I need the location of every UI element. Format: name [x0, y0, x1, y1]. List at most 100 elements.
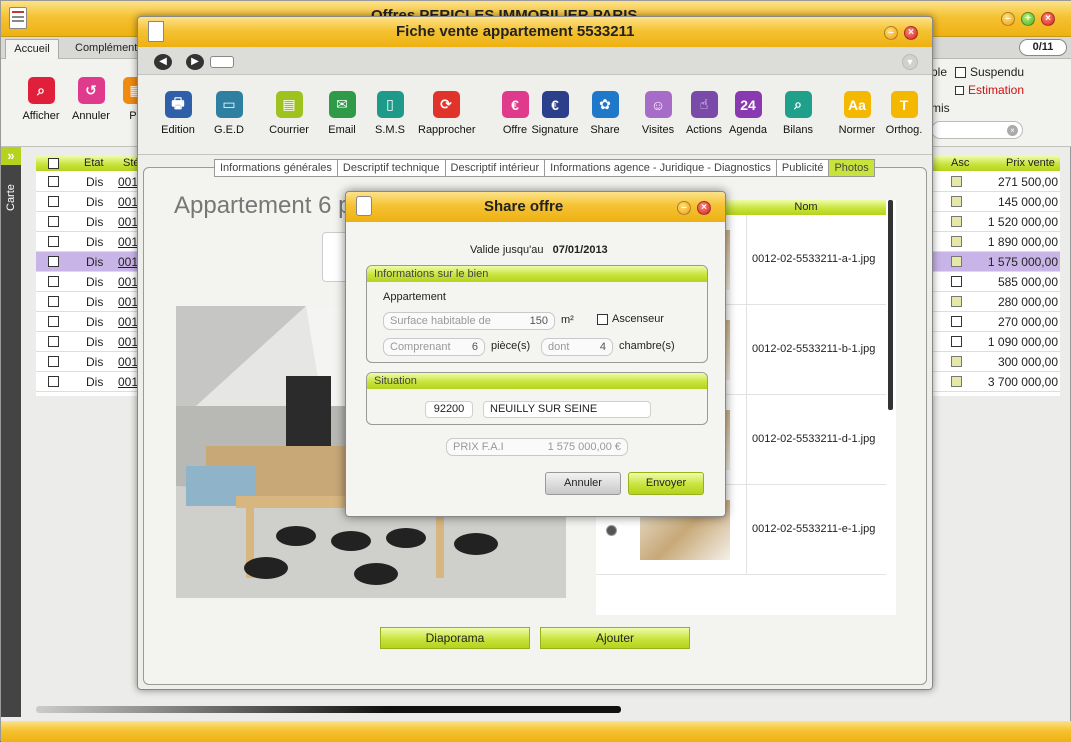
share-close-button[interactable]: ×	[697, 201, 711, 215]
row-asc-checkbox[interactable]	[951, 356, 962, 367]
fiche-toolbar: 🖶 Edition ▭ G.E.D ▤ Courrier ✉ Email ▯ S.M.S ⟳ Rapp…	[138, 75, 932, 155]
share-title-bar: Share offre – ×	[346, 192, 725, 222]
tab-accueil[interactable]: Accueil	[5, 39, 59, 59]
photo-list-scrollbar[interactable]	[888, 200, 893, 410]
list-icon[interactable]	[210, 56, 234, 68]
pieces-field[interactable]: Comprenant 6	[383, 338, 485, 356]
toolbar-signature-button[interactable]: € Signature	[531, 91, 579, 136]
fiche-dropdown-icon[interactable]: ▼	[902, 54, 918, 70]
row-checkbox[interactable]	[48, 196, 59, 207]
tab-descriptif-int-rieur[interactable]: Descriptif intérieur	[444, 160, 545, 176]
tab-informations-g-n-rales[interactable]: Informations générales	[215, 160, 337, 176]
row-asc-checkbox[interactable]	[951, 176, 962, 187]
toolbar-bilans-button[interactable]: ⌕ Bilans	[780, 91, 816, 136]
envoyer-button[interactable]: Envoyer	[628, 472, 704, 495]
afficher-button[interactable]: ⌕ Afficher	[21, 77, 61, 122]
row-asc-checkbox[interactable]	[951, 216, 962, 227]
minimize-button[interactable]: –	[1001, 12, 1015, 26]
horizontal-scrollbar[interactable]	[36, 706, 621, 713]
row-asc-checkbox[interactable]	[951, 256, 962, 267]
tab-informations-agence-juridique-diagnostics[interactable]: Informations agence - Juridique - Diagno…	[544, 160, 776, 176]
toolbar-edition-button[interactable]: 🖶 Edition	[160, 91, 196, 136]
row-asc-checkbox[interactable]	[951, 276, 962, 287]
col-asc[interactable]: Asc	[951, 157, 969, 169]
fiche-minimize-button[interactable]: –	[884, 26, 898, 40]
toolbar-agenda-button[interactable]: 24 Agenda	[729, 91, 767, 136]
row-checkbox[interactable]	[48, 276, 59, 287]
fiche-close-button[interactable]: ×	[904, 26, 918, 40]
ajouter-button[interactable]: Ajouter	[540, 627, 690, 649]
surface-field[interactable]: Surface habitable de 150	[383, 312, 555, 330]
row-checkbox[interactable]	[48, 356, 59, 367]
toolbar-email-button[interactable]: ✉ Email	[324, 91, 360, 136]
row-price: 270 000,00	[997, 315, 1058, 329]
col-etat[interactable]: Etat	[84, 157, 104, 169]
tab-descriptif-technique[interactable]: Descriptif technique	[336, 160, 445, 176]
col-nom[interactable]: Nom	[794, 201, 817, 213]
hand-icon: ☝	[690, 91, 718, 118]
city-input[interactable]: NEUILLY SUR SEINE	[483, 401, 651, 418]
option-mis: mis	[931, 101, 950, 115]
row-checkbox[interactable]	[48, 316, 59, 327]
ascenseur-checkbox[interactable]	[597, 313, 608, 325]
photo-radio[interactable]	[606, 525, 617, 536]
row-asc-checkbox[interactable]	[951, 296, 962, 307]
toolbar-s-m-s-button[interactable]: ▯ S.M.S	[372, 91, 408, 136]
toolbar-rapprocher-button[interactable]: ⟳ Rapprocher	[418, 91, 475, 136]
diaporama-button[interactable]: Diaporama	[380, 627, 530, 649]
tab-publicit-[interactable]: Publicité	[775, 160, 829, 176]
chambres-field[interactable]: dont 4	[541, 338, 613, 356]
expand-icon[interactable]: »	[1, 147, 21, 165]
row-etat: Dis	[86, 315, 104, 329]
share-minimize-button[interactable]: –	[677, 201, 691, 215]
row-checkbox[interactable]	[48, 256, 59, 267]
toolbar-share-button[interactable]: ✿ Share	[587, 91, 623, 136]
fiche-title-bar: Fiche vente appartement 5533211 – ×	[138, 17, 932, 47]
close-button[interactable]: ×	[1041, 12, 1055, 26]
row-etat: Dis	[86, 175, 104, 189]
annuler-toolbar-button[interactable]: ↺ Annuler	[71, 77, 111, 122]
envelope-icon: ✉	[328, 91, 356, 118]
row-checkbox[interactable]	[48, 336, 59, 347]
row-checkbox[interactable]	[48, 216, 59, 227]
row-checkbox[interactable]	[48, 296, 59, 307]
toolbar-courrier-button[interactable]: ▤ Courrier	[269, 91, 309, 136]
section-situation-header: Situation	[367, 373, 707, 389]
row-etat: Dis	[86, 255, 104, 269]
maximize-button[interactable]: +	[1021, 12, 1035, 26]
toolbar-orthog--button[interactable]: T Orthog.	[886, 91, 922, 136]
select-all-checkbox[interactable]	[48, 158, 59, 169]
main-search-input[interactable]: ×	[931, 121, 1023, 139]
row-checkbox[interactable]	[48, 176, 59, 187]
toolbar-visites-button[interactable]: ☺ Visites	[640, 91, 676, 136]
printer-icon: 🖶	[164, 91, 192, 118]
forward-arrow-icon[interactable]: ▶	[186, 54, 204, 70]
row-asc-checkbox[interactable]	[951, 336, 962, 347]
prix-field[interactable]: PRIX F.A.I 1 575 000,00 €	[446, 438, 628, 456]
row-price: 1 890 000,00	[987, 235, 1058, 249]
carte-sidebar[interactable]: » Carte	[1, 147, 21, 717]
estimation-checkbox[interactable]	[955, 85, 964, 95]
annuler-button[interactable]: Annuler	[545, 472, 621, 495]
toolbar-actions-button[interactable]: ☝ Actions	[686, 91, 722, 136]
row-asc-checkbox[interactable]	[951, 236, 962, 247]
tab-complement[interactable]: Complément	[75, 42, 137, 54]
row-checkbox[interactable]	[48, 376, 59, 387]
row-asc-checkbox[interactable]	[951, 316, 962, 327]
row-price: 145 000,00	[997, 195, 1058, 209]
postal-code-input[interactable]: 92200	[425, 401, 473, 418]
status-bar	[1, 721, 1071, 742]
tab-photos[interactable]: Photos	[828, 160, 874, 176]
fiche-title: Fiche vente appartement 5533211	[396, 23, 635, 40]
toolbar-g-e-d-button[interactable]: ▭ G.E.D	[211, 91, 247, 136]
back-arrow-icon[interactable]: ◀	[154, 54, 172, 70]
toolbar-normer-button[interactable]: Aa Normer	[839, 91, 875, 136]
fiche-heading: Appartement 6 p	[174, 192, 352, 219]
row-price: 280 000,00	[997, 295, 1058, 309]
row-asc-checkbox[interactable]	[951, 196, 962, 207]
col-prix[interactable]: Prix vente	[1006, 157, 1055, 169]
clear-search-icon[interactable]: ×	[1007, 125, 1018, 136]
suspendu-checkbox[interactable]	[955, 66, 966, 78]
row-asc-checkbox[interactable]	[951, 376, 962, 387]
row-checkbox[interactable]	[48, 236, 59, 247]
